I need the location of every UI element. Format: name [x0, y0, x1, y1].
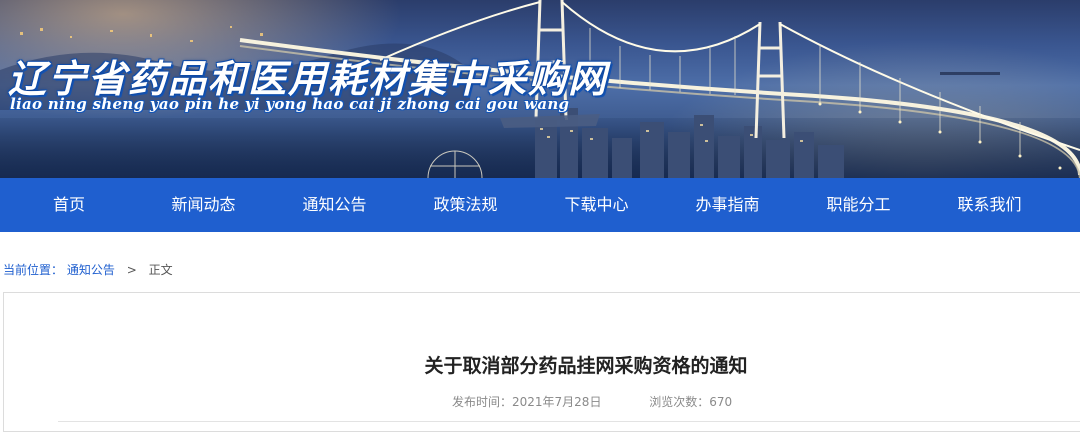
nav-item-duties[interactable]: 职能分工: [793, 178, 924, 232]
nav-item-news[interactable]: 新闻动态: [138, 178, 269, 232]
nav-item-downloads[interactable]: 下载中心: [531, 178, 662, 232]
publish-date: 发布时间：2021年7月28日: [452, 395, 602, 409]
nav-item-notices[interactable]: 通知公告: [269, 178, 400, 232]
breadcrumb-prefix-link[interactable]: 当前位置：: [3, 263, 63, 277]
article-divider: [58, 421, 1080, 422]
nav-item-contact[interactable]: 联系我们: [924, 178, 1055, 232]
breadcrumb-section-link[interactable]: 通知公告: [67, 263, 115, 277]
nav-item-policies[interactable]: 政策法规: [400, 178, 531, 232]
article-title: 关于取消部分药品挂网采购资格的通知: [424, 355, 748, 377]
header-banner: 辽宁省药品和医用耗材集中采购网 liao ning sheng yao pin …: [0, 0, 1080, 178]
site-subtitle-pinyin: liao ning sheng yao pin he yi yong hao c…: [10, 95, 570, 113]
nav-item-home[interactable]: 首页: [0, 178, 138, 232]
breadcrumb-current: 正文: [148, 263, 173, 277]
breadcrumb: 当前位置： 通知公告 > 正文: [3, 261, 173, 278]
view-count: 浏览次数：670: [649, 395, 733, 409]
main-nav: 首页 新闻动态 通知公告 政策法规 下载中心 办事指南 职能分工 联系我们: [0, 178, 1080, 232]
nav-item-guide[interactable]: 办事指南: [662, 178, 793, 232]
article-meta: 发布时间：2021年7月28日 浏览次数：670: [452, 393, 732, 410]
breadcrumb-separator: >: [126, 263, 137, 277]
